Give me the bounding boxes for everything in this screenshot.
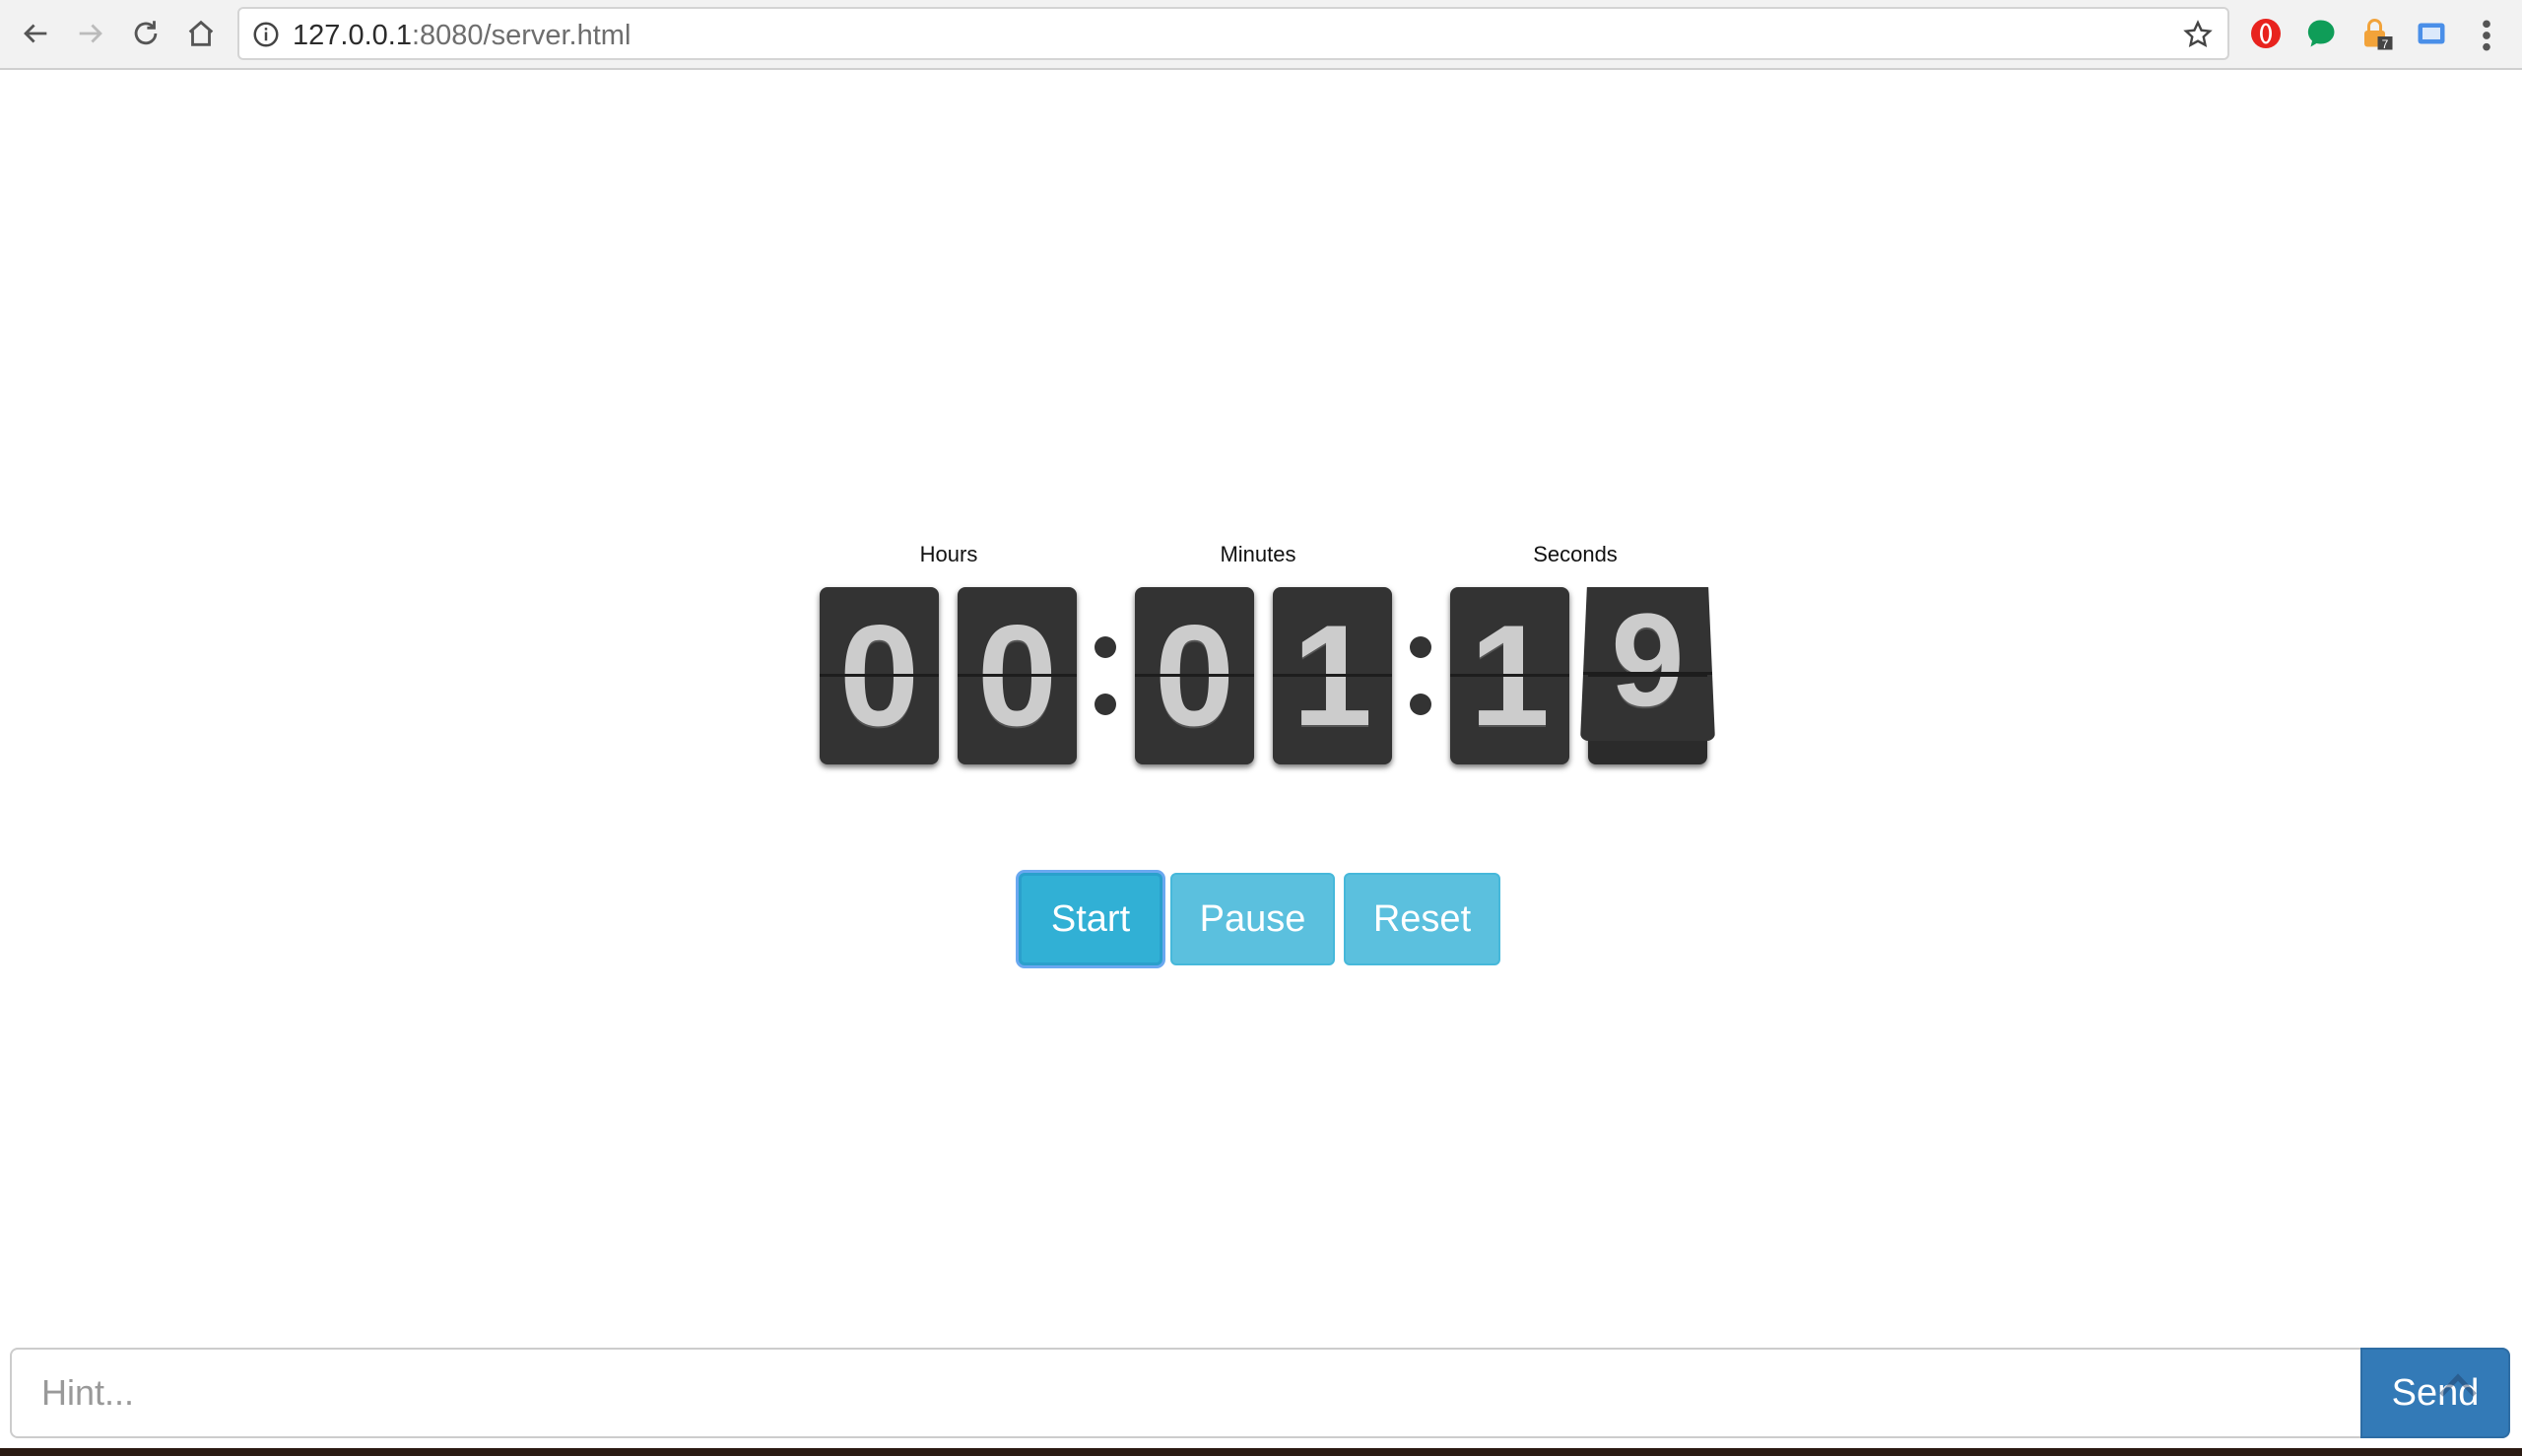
- desktop-edge: [0, 1448, 2522, 1456]
- url-text[interactable]: 127.0.0.1:8080/server.html: [293, 20, 630, 52]
- seconds-tens-digit: 1: [1450, 587, 1569, 764]
- hours-tens-digit: 0: [820, 587, 939, 764]
- pause-button[interactable]: Pause: [1170, 873, 1335, 965]
- digit-value: 0: [838, 595, 920, 756]
- flip-card-top: 9: [1580, 587, 1715, 741]
- url-host: 127.0.0.1: [293, 20, 412, 51]
- minutes-label: Minutes: [1220, 542, 1296, 566]
- seconds-label: Seconds: [1533, 542, 1618, 566]
- extension-badge: 7: [2382, 37, 2389, 51]
- colon-separator: [1095, 636, 1116, 715]
- scroll-up-chevron-icon[interactable]: [2433, 1369, 2483, 1399]
- browser-menu-icon[interactable]: [2475, 16, 2498, 55]
- home-icon[interactable]: [181, 14, 221, 53]
- hours-ones-digit: 0: [958, 587, 1077, 764]
- opera-extension-icon[interactable]: [2248, 16, 2284, 51]
- digit-value: 1: [1469, 595, 1551, 756]
- screen-extension-icon[interactable]: [2414, 16, 2449, 51]
- chat-bubble-extension-icon[interactable]: [2303, 16, 2339, 51]
- lock-extension-icon[interactable]: 7: [2358, 16, 2394, 51]
- hours-label: Hours: [919, 542, 978, 566]
- forward-arrow-icon[interactable]: [71, 14, 110, 53]
- info-icon[interactable]: [251, 20, 281, 49]
- address-bar[interactable]: 127.0.0.1:8080/server.html: [237, 7, 2229, 60]
- bookmark-star-icon[interactable]: [2182, 19, 2214, 50]
- digit-value: 0: [1154, 595, 1235, 756]
- digit-value: 1: [1292, 595, 1373, 756]
- hint-input[interactable]: [10, 1348, 2362, 1438]
- minutes-ones-digit: 1: [1273, 587, 1392, 764]
- minutes-tens-digit: 0: [1135, 587, 1254, 764]
- reset-button[interactable]: Reset: [1344, 873, 1500, 965]
- seconds-ones-digit: 9: [1580, 587, 1715, 764]
- start-button[interactable]: Start: [1019, 873, 1162, 965]
- colon-separator: [1410, 636, 1431, 715]
- flip-clock: Hours Minutes Seconds 0 0 0 1 1 9: [820, 542, 1715, 778]
- back-arrow-icon[interactable]: [16, 14, 55, 53]
- browser-toolbar: 127.0.0.1:8080/server.html 7: [0, 0, 2522, 70]
- digit-value: 9: [1611, 587, 1685, 734]
- url-path: :8080/server.html: [411, 20, 631, 51]
- digit-value: 0: [976, 595, 1058, 756]
- reload-icon[interactable]: [126, 14, 166, 53]
